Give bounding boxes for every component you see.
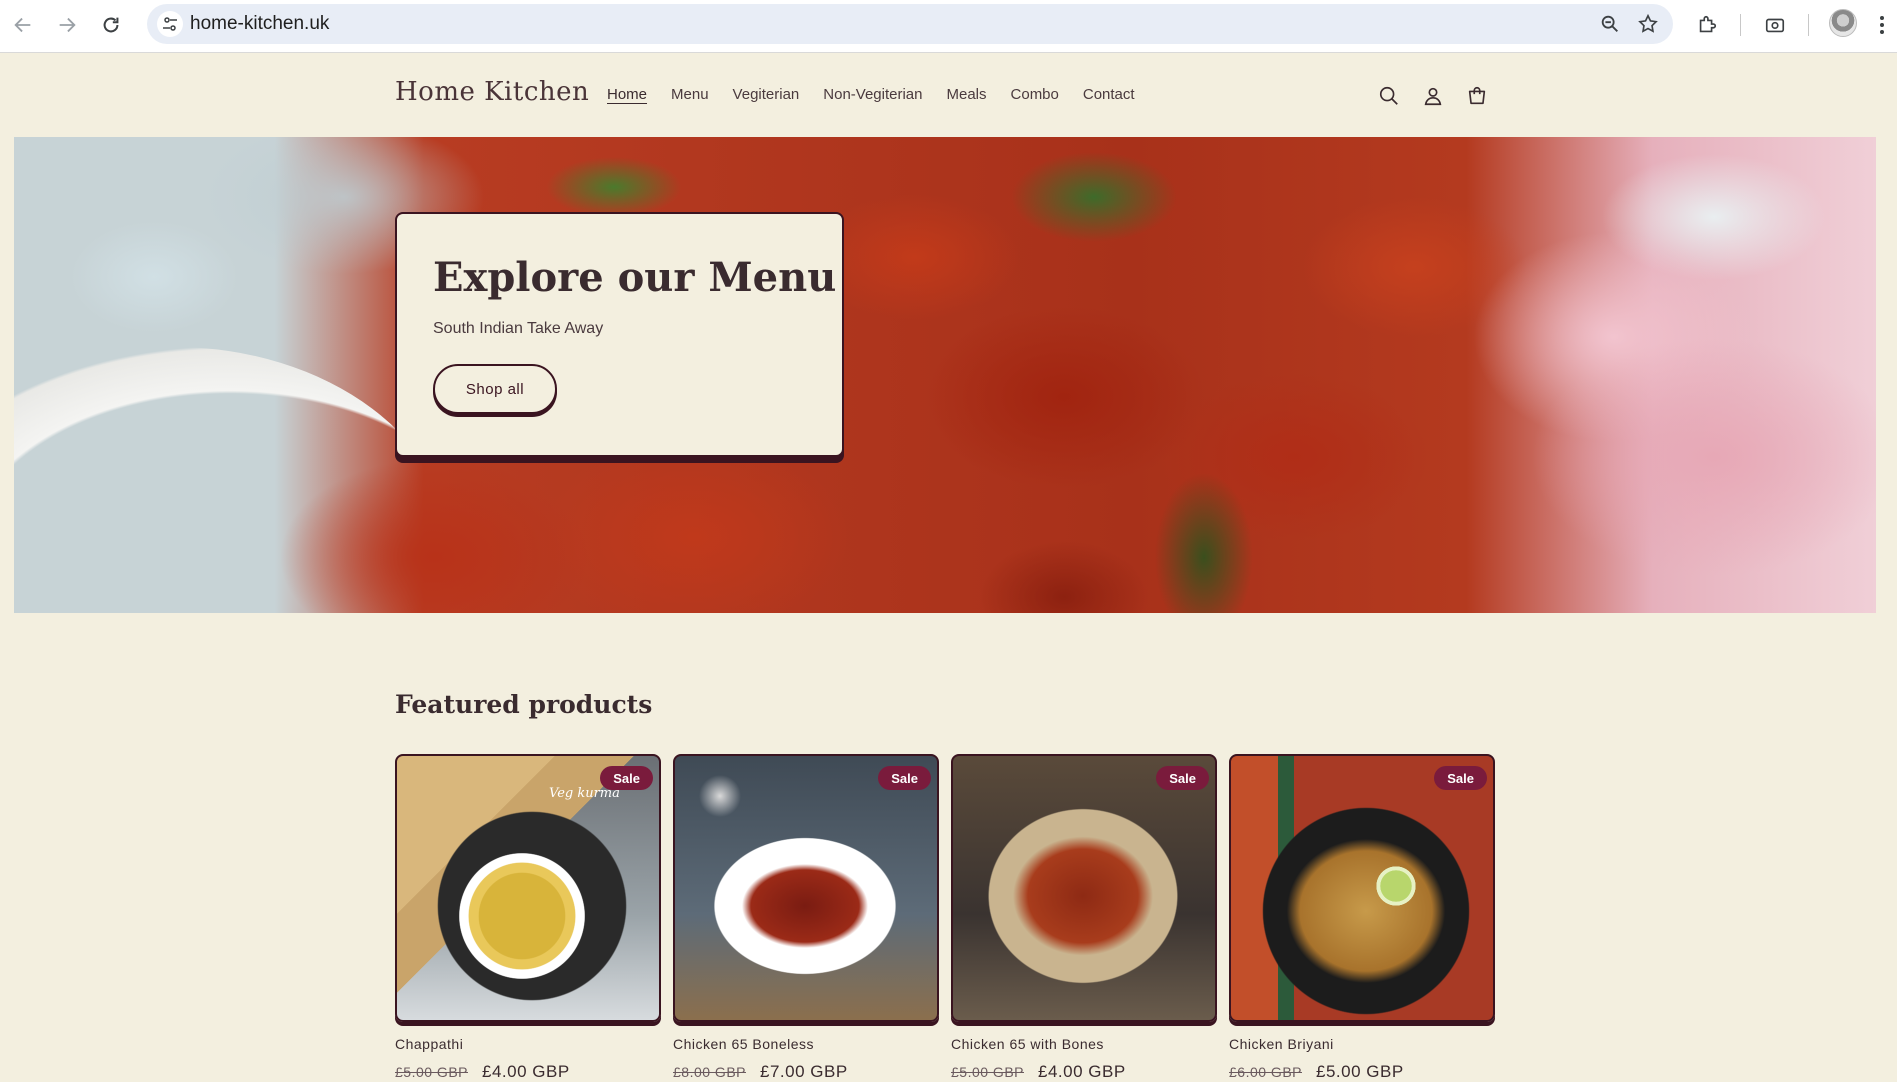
product-name[interactable]: Chicken 65 with Bones (951, 1036, 1104, 1052)
nav-menu[interactable]: Menu (671, 86, 709, 103)
forward-button[interactable] (52, 10, 82, 40)
nav-contact[interactable]: Contact (1083, 86, 1135, 103)
arrow-right-icon (59, 17, 76, 33)
search-icon[interactable] (1375, 82, 1403, 110)
account-icon[interactable] (1419, 82, 1447, 110)
toolbar-divider (1740, 14, 1741, 36)
sale-badge: Sale (1156, 766, 1209, 790)
more-vertical-icon (1880, 16, 1884, 34)
price-row: £5.00 GBP £4.00 GBP (395, 1062, 570, 1082)
cart-icon[interactable] (1463, 82, 1491, 110)
sale-price: £7.00 GBP (760, 1062, 848, 1081)
product-image[interactable]: Veg kurma Sale (395, 754, 661, 1022)
browser-menu-button[interactable] (1872, 10, 1892, 40)
price-row: £5.00 GBP £4.00 GBP (951, 1062, 1126, 1082)
regular-price: £5.00 GBP (395, 1064, 468, 1080)
url-text[interactable]: home-kitchen.uk (190, 13, 329, 35)
product-name[interactable]: Chappathi (395, 1036, 463, 1052)
toolbar-divider (1808, 14, 1809, 36)
nav-non-vegiterian[interactable]: Non-Vegiterian (823, 86, 922, 103)
product-name[interactable]: Chicken Briyani (1229, 1036, 1334, 1052)
nav-vegiterian[interactable]: Vegiterian (733, 86, 800, 103)
sale-price: £4.00 GBP (1038, 1062, 1126, 1081)
hero-plate-shape (14, 347, 454, 613)
profile-avatar[interactable] (1829, 9, 1857, 37)
sale-badge: Sale (1434, 766, 1487, 790)
browser-toolbar: home-kitchen.uk (0, 0, 1897, 53)
main-nav: Home Menu Vegiterian Non-Vegiterian Meal… (607, 86, 1159, 103)
featured-products-title: Featured products (395, 690, 653, 719)
puzzle-icon (1699, 15, 1717, 33)
product-image[interactable]: Sale (951, 754, 1217, 1022)
hero-subtitle: South Indian Take Away (433, 320, 604, 337)
nav-home[interactable]: Home (607, 86, 647, 103)
regular-price: £5.00 GBP (951, 1064, 1024, 1080)
arrow-left-icon (14, 17, 31, 33)
product-image[interactable]: Sale (1229, 754, 1495, 1022)
regular-price: £6.00 GBP (1229, 1064, 1302, 1080)
bookmark-star-icon[interactable] (1637, 13, 1659, 40)
site-header: Home Kitchen Home Menu Vegiterian Non-Ve… (0, 53, 1897, 137)
site-info-icon[interactable] (157, 11, 183, 37)
reload-button[interactable] (96, 10, 126, 40)
site-logo[interactable]: Home Kitchen (395, 77, 589, 107)
shop-all-button[interactable]: Shop all (433, 364, 557, 414)
screenshot-button[interactable] (1760, 10, 1790, 40)
reload-icon (103, 17, 119, 33)
sale-badge: Sale (600, 766, 653, 790)
camera-icon (1765, 18, 1785, 33)
sale-price: £4.00 GBP (482, 1062, 570, 1081)
hero-title: Explore our Menu (433, 254, 837, 301)
price-row: £6.00 GBP £5.00 GBP (1229, 1062, 1404, 1082)
nav-meals[interactable]: Meals (947, 86, 987, 103)
address-bar[interactable]: home-kitchen.uk (147, 4, 1673, 44)
back-button[interactable] (8, 10, 38, 40)
hero-card: Explore our Menu South Indian Take Away … (395, 212, 844, 457)
nav-combo[interactable]: Combo (1011, 86, 1059, 103)
sale-price: £5.00 GBP (1316, 1062, 1404, 1081)
price-row: £8.00 GBP £7.00 GBP (673, 1062, 848, 1082)
regular-price: £8.00 GBP (673, 1064, 746, 1080)
hero-banner-image (14, 137, 1876, 613)
product-name[interactable]: Chicken 65 Boneless (673, 1036, 814, 1052)
sale-badge: Sale (878, 766, 931, 790)
product-image[interactable]: Sale (673, 754, 939, 1022)
zoom-icon[interactable] (1599, 13, 1621, 40)
extensions-button[interactable] (1692, 10, 1722, 40)
